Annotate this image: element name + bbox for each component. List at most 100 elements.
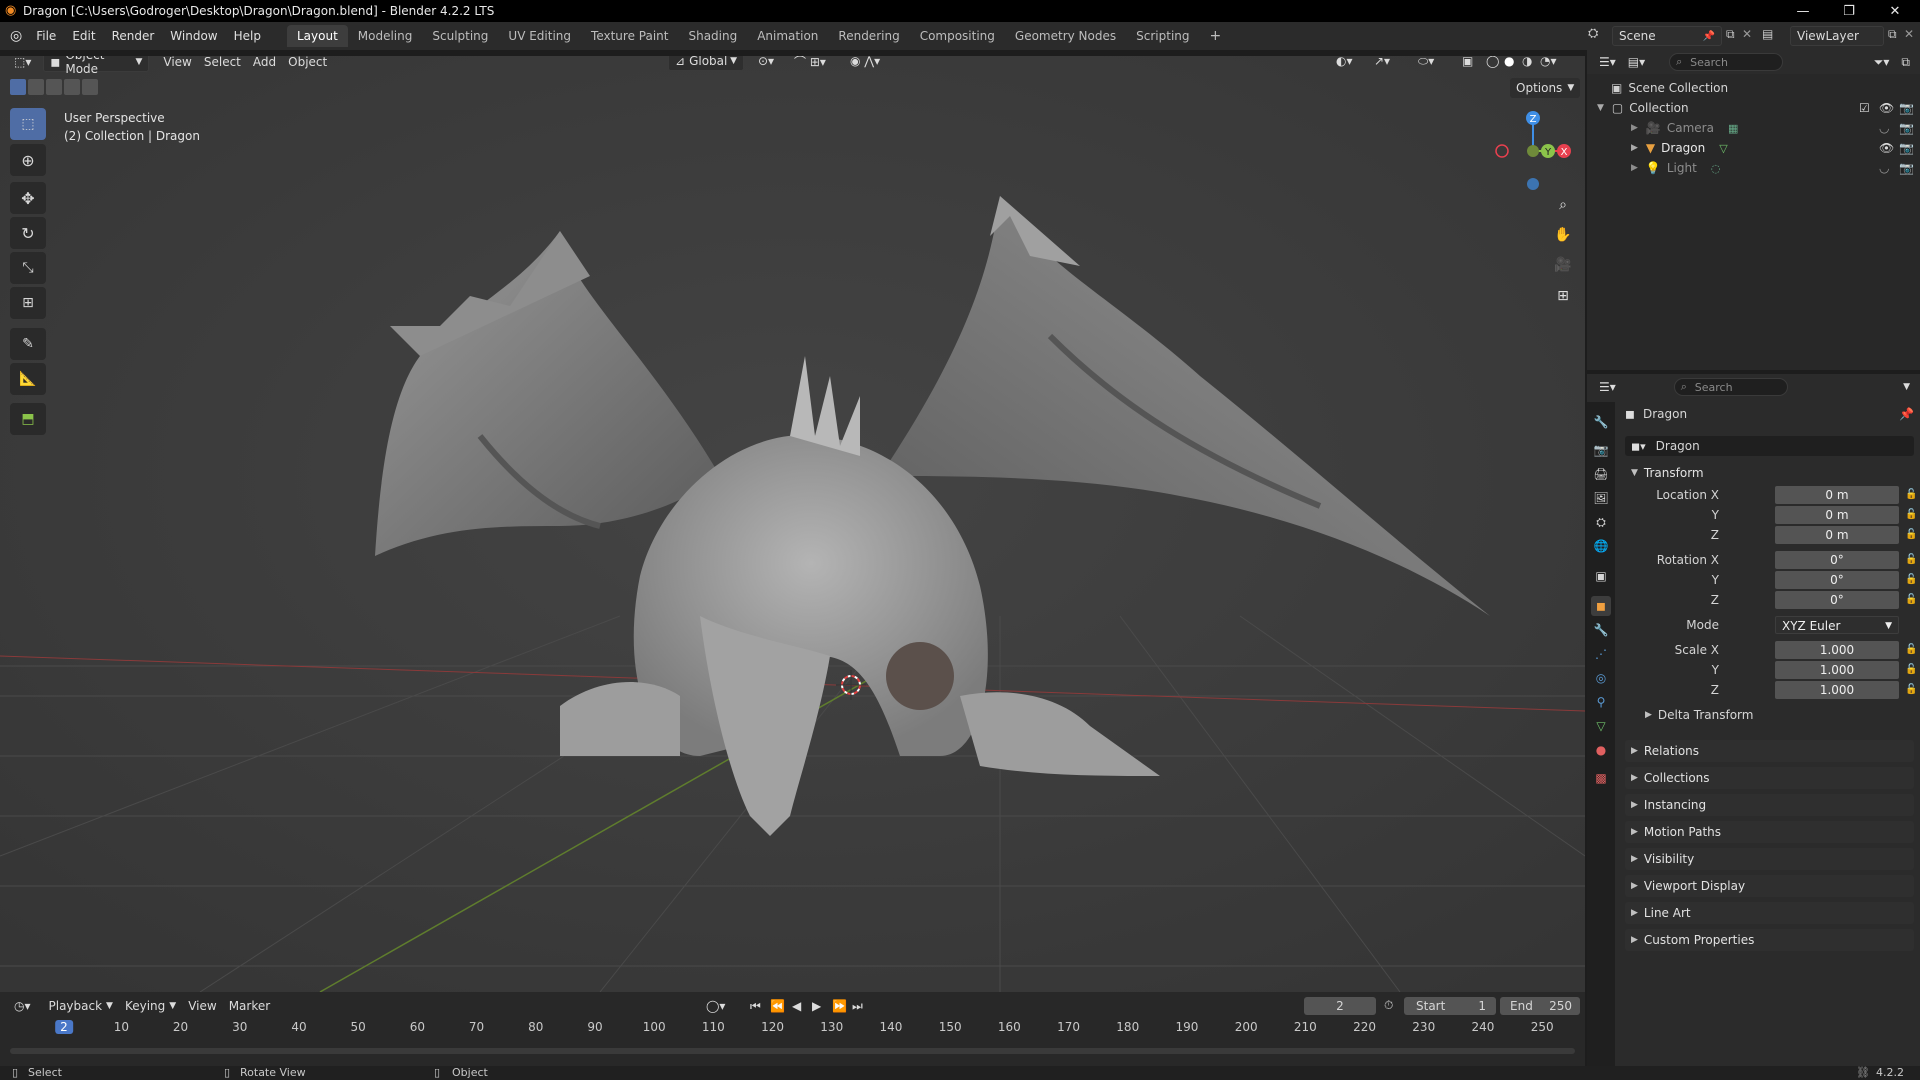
tool-tab-icon[interactable]: 🔧 <box>1591 412 1611 432</box>
scene-selector[interactable]: Scene 📌 <box>1612 26 1722 46</box>
scale-y-field[interactable]: 1.000 <box>1775 661 1899 679</box>
tab-compositing[interactable]: Compositing <box>910 25 1005 47</box>
outliner-item-light[interactable]: ▶ 💡 Light ◌ ◡ 📷 <box>1587 158 1920 178</box>
scene-tab-icon[interactable]: ⛭ <box>1591 512 1611 532</box>
xray-icon[interactable]: ▣ <box>1456 56 1479 71</box>
mode-selector[interactable]: ◼ Object Mode ▼ <box>43 56 150 76</box>
pin-icon[interactable]: 📌 <box>1703 31 1715 42</box>
delete-view-layer-icon[interactable]: ✕ <box>1904 27 1914 41</box>
camera-render-icon[interactable]: 📷 <box>1899 101 1914 115</box>
outliner-editor-icon[interactable]: ☰▾ <box>1593 52 1622 72</box>
outliner-item-dragon[interactable]: ▶ ▼ Dragon ▽ 👁 📷 <box>1587 138 1920 158</box>
tab-sculpting[interactable]: Sculpting <box>422 25 498 47</box>
viewport-menu-view[interactable]: View <box>157 56 197 72</box>
move-tool[interactable]: ✥ <box>10 182 46 214</box>
pan-hand-icon[interactable]: ✋ <box>1549 221 1577 249</box>
lock-icon[interactable]: 🔓 <box>1905 684 1917 695</box>
lock-icon[interactable]: 🔓 <box>1905 574 1917 585</box>
overlays-icon[interactable]: ⬭▾ <box>1412 56 1440 71</box>
modifier-tab-icon[interactable]: 🔧 <box>1591 620 1611 640</box>
pivot-point-icon[interactable]: ⊙▾ <box>752 56 780 71</box>
minimize-button[interactable]: — <box>1780 0 1826 22</box>
texture-tab-icon[interactable]: ▩ <box>1591 768 1611 788</box>
visibility-panel-header[interactable]: ▶ Visibility <box>1625 848 1914 870</box>
lock-icon[interactable]: 🔓 <box>1905 489 1917 500</box>
tab-layout[interactable]: Layout <box>286 25 348 47</box>
eye-icon[interactable]: 👁 <box>1879 141 1894 155</box>
render-tab-icon[interactable]: 📷 <box>1591 440 1611 460</box>
chevron-right-icon[interactable]: ▶ <box>1631 123 1638 133</box>
outliner-collection[interactable]: ▼ ▢ Collection ☑ 👁 📷 <box>1587 98 1920 118</box>
cursor-tool[interactable]: ⊕ <box>10 144 46 176</box>
viewport-menu-object[interactable]: Object <box>282 56 333 72</box>
tab-animation[interactable]: Animation <box>747 25 828 47</box>
select-box-mode-icon[interactable] <box>10 79 26 95</box>
particles-tab-icon[interactable]: ⋰ <box>1591 644 1611 664</box>
tab-modeling[interactable]: Modeling <box>348 25 423 47</box>
object-name-field[interactable]: ◼▾ Dragon <box>1625 436 1914 456</box>
location-z-field[interactable]: 0 m <box>1775 526 1899 544</box>
properties-search[interactable]: ⌕ Search <box>1673 378 1788 396</box>
tab-rendering[interactable]: Rendering <box>828 25 909 47</box>
outliner-item-camera[interactable]: ▶ 🎥 Camera ▦ ◡ 📷 <box>1587 118 1920 138</box>
new-scene-icon[interactable]: ⧉ <box>1726 27 1735 42</box>
gizmo-neg-x[interactable] <box>1495 144 1509 158</box>
rotation-z-field[interactable]: 0° <box>1775 591 1899 609</box>
delta-transform-subpanel[interactable]: ▶ Delta Transform <box>1639 708 1753 722</box>
select-box-tool[interactable]: ⬚ <box>10 108 46 140</box>
relations-panel-header[interactable]: ▶ Relations <box>1625 740 1914 762</box>
collection-tab-icon[interactable]: ▣ <box>1591 566 1611 586</box>
navigation-gizmo[interactable]: Z X Y <box>1488 106 1578 196</box>
custom-properties-panel-header[interactable]: ▶ Custom Properties <box>1625 929 1914 951</box>
exclude-checkbox[interactable]: ☑ <box>1859 101 1870 115</box>
scale-tool[interactable]: ⤡ <box>10 252 46 284</box>
shading-rendered-icon[interactable]: ◔▾ <box>1534 56 1563 71</box>
filter-icon[interactable]: ⏷▾ <box>1868 52 1896 72</box>
collections-panel-header[interactable]: ▶ Collections <box>1625 767 1914 789</box>
camera-render-icon[interactable]: 📷 <box>1899 161 1914 175</box>
scale-x-field[interactable]: 1.000 <box>1775 641 1899 659</box>
material-tab-icon[interactable]: ● <box>1591 740 1611 760</box>
menu-edit[interactable]: Edit <box>64 29 103 43</box>
tab-texture-paint[interactable]: Texture Paint <box>581 25 678 47</box>
menu-help[interactable]: Help <box>226 29 269 43</box>
add-workspace-button[interactable]: + <box>1200 24 1232 48</box>
object-type-icon[interactable]: ◼▾ <box>1631 440 1646 453</box>
gizmo-icon[interactable]: ↗▾ <box>1368 56 1396 71</box>
pin-icon[interactable]: 📌 <box>1899 407 1914 421</box>
select-extend-mode-icon[interactable] <box>28 79 44 95</box>
rotation-x-field[interactable]: 0° <box>1775 551 1899 569</box>
rotate-tool[interactable]: ↻ <box>10 217 46 249</box>
eye-icon[interactable]: 👁 <box>1879 101 1894 115</box>
line-art-panel-header[interactable]: ▶ Line Art <box>1625 902 1914 924</box>
transform-tool[interactable]: ⊞ <box>10 287 46 319</box>
viewport-display-panel-header[interactable]: ▶ Viewport Display <box>1625 875 1914 897</box>
chevron-right-icon[interactable]: ▶ <box>1631 163 1638 173</box>
annotate-tool[interactable]: ✎ <box>10 328 46 360</box>
chevron-right-icon[interactable]: ▶ <box>1631 143 1638 153</box>
blender-menu-icon[interactable]: ◎ <box>10 28 22 44</box>
new-view-layer-icon[interactable]: ⧉ <box>1888 27 1897 42</box>
visibility-icon[interactable]: ◐▾ <box>1330 56 1359 71</box>
gizmo-neg-z[interactable] <box>1527 178 1539 190</box>
proportional-editing-icon[interactable]: ◉ ⋀▾ <box>844 56 886 71</box>
ortho-grid-icon[interactable]: ⊞ <box>1549 282 1577 310</box>
lock-icon[interactable]: 🔓 <box>1905 529 1917 540</box>
object-tab-icon[interactable]: ◼ <box>1591 596 1611 616</box>
timeline-ruler[interactable]: 2 10 20 30 40 50 60 70 80 90 100 110 120 130 140 150 160… <box>0 992 1585 1066</box>
measure-tool[interactable]: 📐 <box>10 363 46 395</box>
output-tab-icon[interactable]: 🖨 <box>1591 464 1611 484</box>
transform-panel-header[interactable]: ▼ Transform <box>1625 462 1914 484</box>
tab-scripting[interactable]: Scripting <box>1126 25 1199 47</box>
menu-window[interactable]: Window <box>162 29 225 43</box>
view-layer-tab-icon[interactable]: 🖼 <box>1591 488 1611 508</box>
rotation-mode-select[interactable]: XYZ Euler ▼ <box>1775 616 1899 634</box>
properties-editor-icon[interactable]: ☰▾ <box>1593 377 1622 397</box>
tab-geometry-nodes[interactable]: Geometry Nodes <box>1005 25 1126 47</box>
physics-tab-icon[interactable]: ◎ <box>1591 668 1611 688</box>
view-layer-selector[interactable]: ViewLayer <box>1790 26 1884 46</box>
menu-file[interactable]: File <box>28 29 64 43</box>
chevron-down-icon[interactable]: ▼ <box>1597 103 1604 113</box>
lock-icon[interactable]: 🔓 <box>1905 594 1917 605</box>
timeline-scrollbar[interactable] <box>10 1048 1575 1054</box>
